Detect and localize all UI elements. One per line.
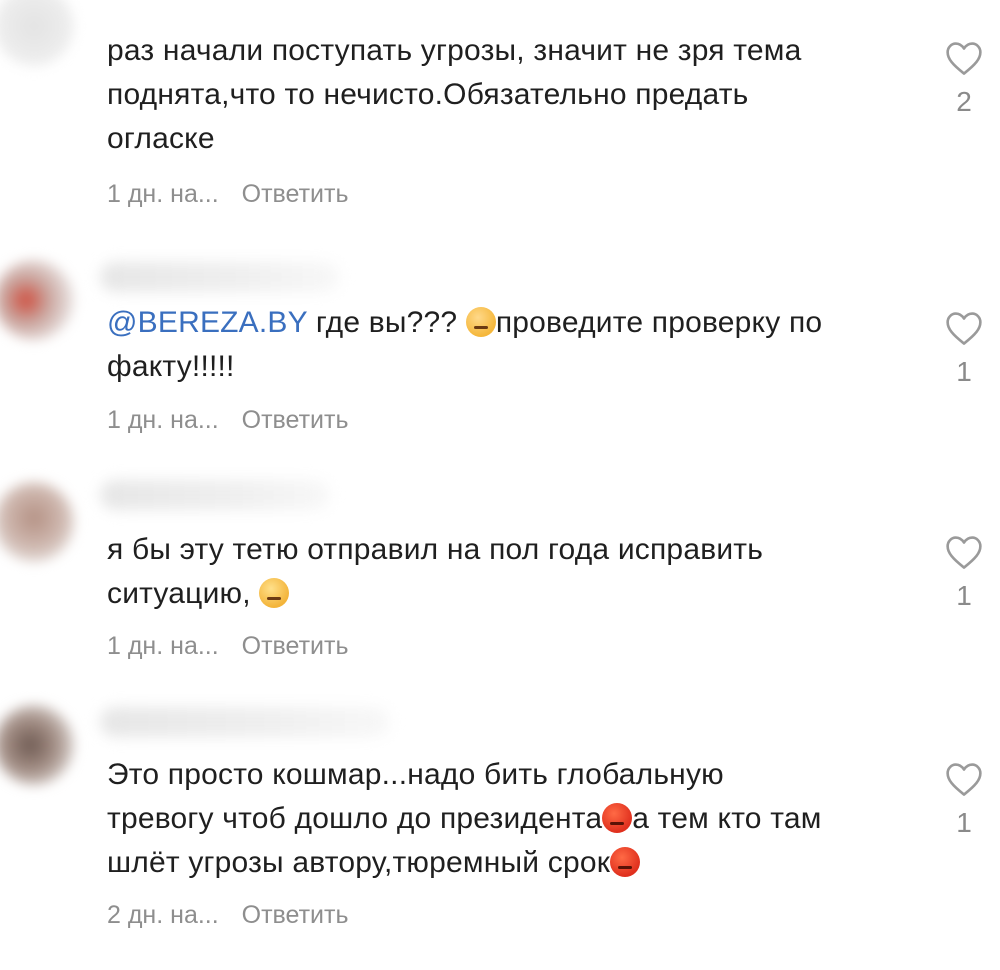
comment-time: 1 дн. на... — [107, 406, 219, 434]
heart-outline-icon — [946, 42, 982, 75]
like-count: 1 — [956, 807, 972, 838]
heart-outline-icon — [946, 536, 982, 569]
tears-of-joy-emoji — [259, 578, 290, 608]
comment-fragment: где вы??? — [307, 306, 466, 339]
heart-outline-icon — [946, 312, 982, 345]
like-button[interactable]: 1 — [938, 761, 990, 839]
comment-line: факту!!!!! — [107, 350, 235, 383]
comment-meta: 1 дн. на... Ответить — [107, 632, 349, 661]
like-count: 2 — [956, 86, 972, 117]
like-count: 1 — [956, 580, 972, 611]
comment-time: 2 дн. на... — [107, 901, 219, 929]
comment-line: Это просто кошмар...надо бить глобальную — [107, 758, 724, 791]
comment-text: раз начали поступать угрозы, значит не з… — [107, 29, 907, 161]
comment-meta: 2 дн. на... Ответить — [107, 901, 349, 930]
reply-button[interactable]: Ответить — [242, 180, 349, 208]
like-count: 1 — [956, 356, 972, 387]
comment-line: огласке — [107, 122, 215, 155]
comment-time: 1 дн. на... — [107, 180, 219, 208]
comment-line: @BEREZA.BY где вы??? проведите проверку … — [107, 301, 907, 345]
comment-line: поднята,что то нечисто.Обязательно преда… — [107, 78, 749, 111]
avatar[interactable] — [0, 260, 74, 340]
angry-face-emoji — [602, 803, 633, 833]
reply-button[interactable]: Ответить — [242, 406, 349, 434]
thinking-face-emoji — [465, 307, 496, 337]
comment-fragment: шлёт угрозы автору,тюремный срок — [107, 846, 611, 879]
avatar[interactable] — [0, 482, 74, 562]
mention-link[interactable]: @BEREZA.BY — [107, 306, 307, 339]
comment-line: ситуацию, — [107, 572, 907, 616]
comment-line: я бы эту тетю отправил на пол года испра… — [107, 533, 764, 566]
reply-button[interactable]: Ответить — [242, 632, 349, 660]
like-button[interactable]: 1 — [938, 310, 990, 388]
comment-text: Это просто кошмар...надо бить глобальную… — [107, 753, 907, 885]
heart-outline-icon — [946, 763, 982, 796]
comment-text: я бы эту тетю отправил на пол года испра… — [107, 528, 907, 616]
comment-fragment: тревогу чтоб дошло до президента — [107, 802, 603, 835]
comment-line: раз начали поступать угрозы, значит не з… — [107, 34, 802, 67]
comment-meta: 1 дн. на... Ответить — [107, 406, 349, 435]
angry-face-emoji — [610, 847, 641, 877]
comment-fragment: проведите проверку по — [495, 306, 823, 339]
comment-fragment: ситуацию, — [107, 577, 260, 610]
like-button[interactable]: 1 — [938, 534, 990, 612]
comment-time: 1 дн. на... — [107, 632, 219, 660]
reply-button[interactable]: Ответить — [242, 901, 349, 929]
comment-text: @BEREZA.BY где вы??? проведите проверку … — [107, 301, 907, 389]
like-button[interactable]: 2 — [938, 40, 990, 118]
username-blurred[interactable] — [100, 262, 340, 292]
avatar[interactable] — [0, 705, 74, 785]
comment-fragment: а тем кто там — [632, 802, 822, 835]
username-blurred[interactable] — [100, 707, 390, 737]
avatar[interactable] — [0, 0, 74, 66]
username-blurred[interactable] — [100, 480, 330, 510]
comment-line: тревогу чтоб дошло до президента а тем кт… — [107, 797, 907, 841]
comment-meta: 1 дн. на... Ответить — [107, 180, 349, 209]
comment-line: шлёт угрозы автору,тюремный срок — [107, 841, 907, 885]
